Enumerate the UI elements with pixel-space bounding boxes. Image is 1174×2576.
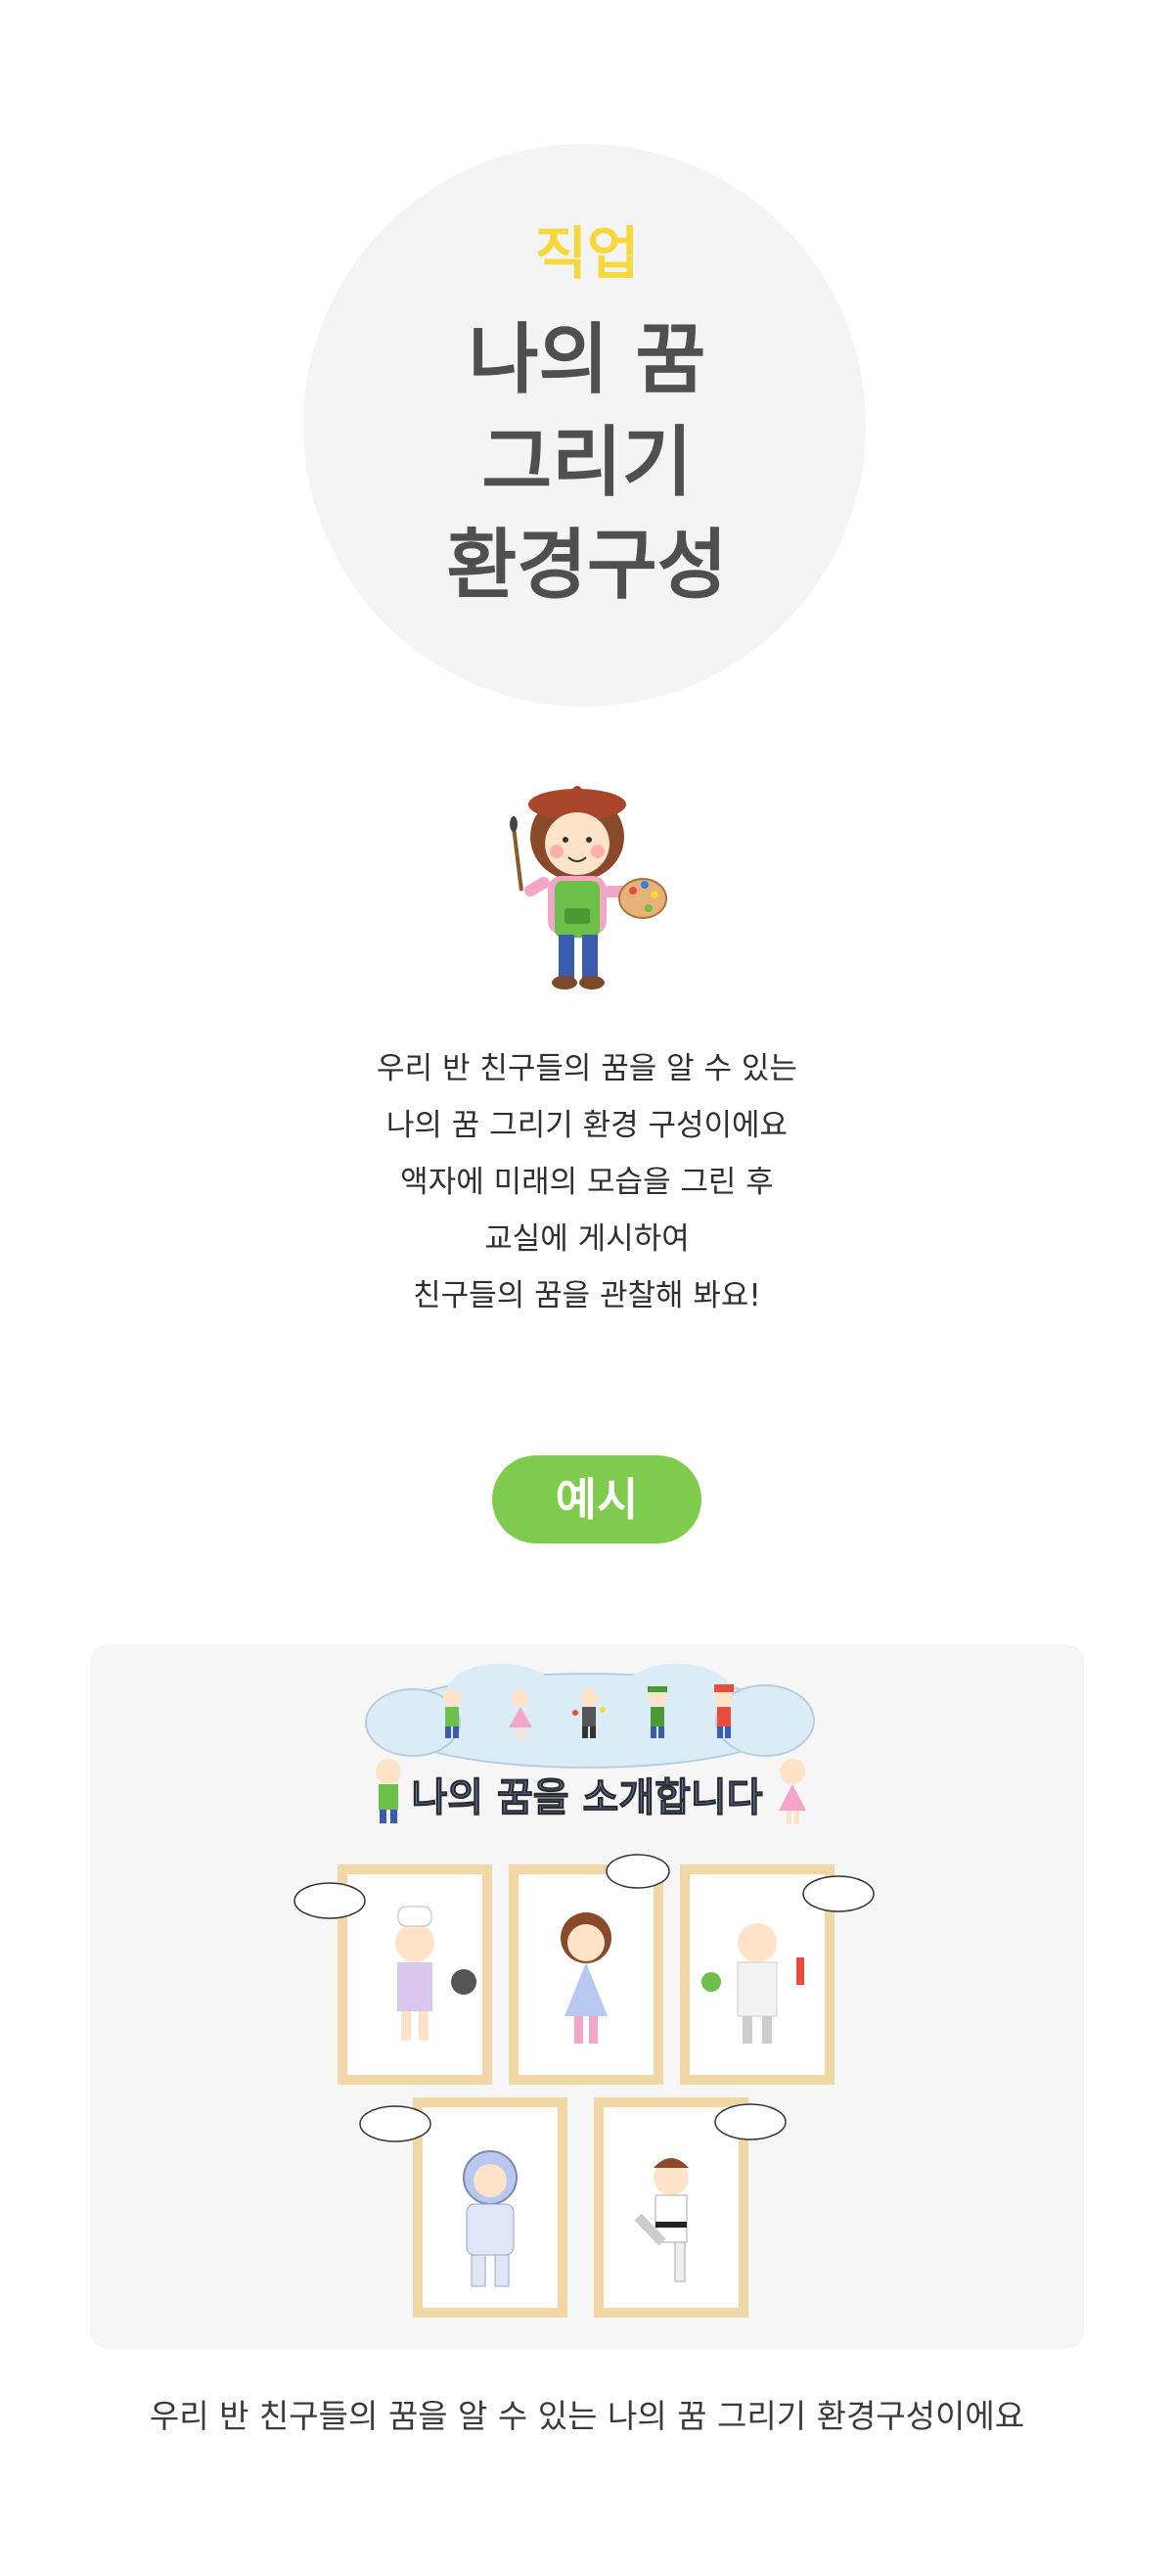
description-line-5: 친구들의 꿈을 관찰해 봐요! [413, 1278, 761, 1313]
example-caption: 우리 반 친구들의 꿈을 알 수 있는 나의 꿈 그리기 환경구성이에요 [149, 2397, 1025, 2435]
frame-singer [509, 1864, 663, 2085]
frame-taekwondo [594, 2097, 748, 2318]
description-line-4: 교실에 게시하여 [484, 1221, 690, 1257]
example-badge: 예시 [492, 1455, 701, 1543]
title-line-2: 그리기 [481, 419, 693, 507]
frame-astronaut [413, 2097, 567, 2318]
title-line-3: 환경구성 [446, 522, 728, 610]
example-image-panel: 나의 꿈을 소개합니다 [90, 1644, 1084, 2349]
description-line-1: 우리 반 친구들의 꿈을 알 수 있는 [377, 1051, 797, 1086]
board-title: 나의 꿈을 소개합니다 [411, 1775, 762, 1820]
bulletin-board-illustration: 나의 꿈을 소개합니다 [294, 1664, 875, 2318]
title-line-1: 나의 꿈 [468, 316, 706, 404]
description-line-2: 나의 꿈 그리기 환경 구성이에요 [385, 1108, 789, 1143]
artist-girl-illustration [510, 786, 667, 989]
side-kid-right [779, 1759, 806, 1824]
side-kid-left [376, 1759, 401, 1823]
category-label: 직업 [534, 220, 640, 287]
description-line-3: 액자에 미래의 모습을 그린 후 [400, 1165, 774, 1200]
